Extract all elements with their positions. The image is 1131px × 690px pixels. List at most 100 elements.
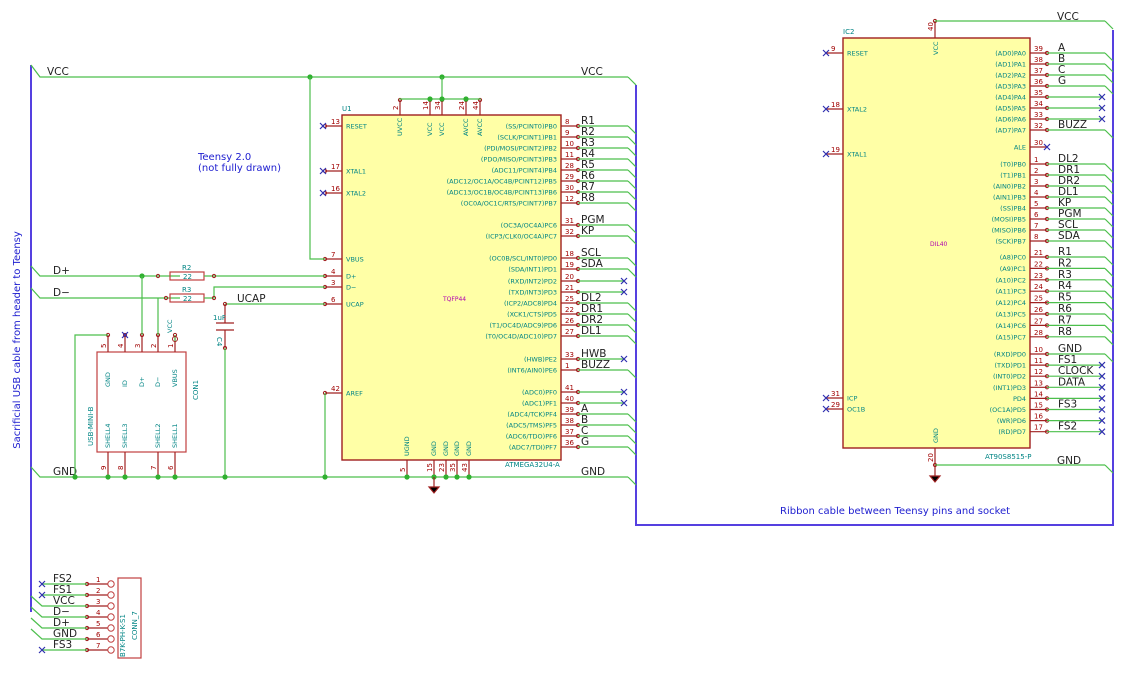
pin-number: 39 (565, 406, 574, 414)
pin-number: 5 (96, 620, 100, 628)
bus-entry (1104, 196, 1114, 206)
pin-number: 30 (565, 184, 574, 192)
pin-number: 25 (1034, 295, 1043, 303)
junction-dot (454, 474, 460, 480)
pin-number: 38 (565, 417, 574, 425)
pin-name: (PDO/MISO/PCINT3)PB3 (481, 156, 557, 164)
junction-dot (427, 96, 433, 102)
net-label: R7 (1058, 314, 1072, 326)
pin-number: 35 (1034, 89, 1043, 97)
bus-entry (627, 202, 637, 212)
pin-name: (T0)PB0 (1000, 161, 1026, 169)
junction-dot (155, 474, 161, 480)
header-pin-socket (107, 635, 115, 643)
net-label: R3 (1058, 269, 1072, 281)
pin-number: 6 (331, 296, 336, 304)
bus-entry (627, 76, 637, 86)
net-label-ucap: UCAP (237, 293, 266, 305)
pin-number: 2 (150, 344, 158, 348)
pin-name: VBUS (171, 369, 179, 387)
pin-name: (A12)PC4 (996, 299, 1026, 307)
net-label: FS3 (53, 639, 72, 651)
pin-name: (OC1A)PD5 (990, 406, 1026, 414)
pin-number: 23 (1034, 272, 1043, 280)
ic2-value: AT90S8515-P (985, 453, 1031, 461)
pin-name: VCC (932, 41, 940, 55)
pin-name: GND (442, 441, 450, 456)
pin-number: 19 (565, 261, 574, 269)
con1-ref: CON1 (192, 380, 200, 400)
pin-name: GND (104, 372, 112, 387)
pin-name: (AD5)PA5 (995, 105, 1026, 113)
pin-name: (AD2)PA2 (995, 72, 1026, 80)
pin-number: 10 (565, 140, 574, 148)
pin-number: 35 (449, 463, 457, 472)
bus-entry (627, 235, 637, 245)
pin-name: (INT0)PD2 (993, 373, 1026, 381)
schematic-canvas: Sacrificial USB cable from header to Tee… (12, 11, 1114, 659)
bus-entry (1104, 207, 1114, 217)
junction-dot (443, 474, 449, 480)
pin-number: 11 (565, 151, 574, 159)
bus-entry (627, 169, 637, 179)
pin-name: (ADC6/TDO)PF6 (506, 433, 557, 441)
pin-number: 17 (1034, 424, 1043, 432)
bus-entry (1104, 185, 1114, 195)
net-label-vcc: VCC (1057, 11, 1079, 23)
bus-entry (627, 158, 637, 168)
pin-name: VCC (426, 122, 434, 136)
pin-name: (AD1)PA1 (995, 61, 1026, 69)
pin-number: 9 (831, 45, 835, 53)
r3-value: 22 (183, 295, 192, 303)
junction-dot (463, 96, 469, 102)
pin-number: 27 (1034, 317, 1043, 325)
pin-number: 33 (565, 351, 574, 359)
pin-number: 40 (927, 22, 935, 31)
bus-entry (1104, 163, 1114, 173)
pin-number: 33 (1034, 111, 1043, 119)
pin-number: 40 (565, 395, 574, 403)
net-label: R5 (1058, 292, 1072, 304)
pin-number: 42 (331, 385, 340, 393)
pin-number: 19 (831, 146, 840, 154)
pin-name: (ADC12/OC1A/OC4B/PCINT12)PB5 (447, 178, 557, 186)
pin-name: (ADC7/TDI)PF7 (509, 444, 557, 452)
net-label: R1 (1058, 246, 1072, 258)
bus-entry (627, 302, 637, 312)
teensy-note-2: (not fully drawn) (198, 163, 281, 174)
pin-name: ALE (1014, 144, 1026, 152)
pin-name: (A13)PC5 (996, 311, 1026, 319)
pin-name: RESET (346, 123, 367, 131)
u1-value: ATMEGA32U4-A (505, 461, 560, 469)
pin-name: (SCK)PB7 (995, 238, 1026, 246)
pin-name: (ADC0)PF0 (522, 389, 557, 397)
header-pin-socket (107, 602, 115, 610)
bus-entry (627, 147, 637, 157)
ic2-ref: IC2 (843, 28, 854, 36)
pin-name: D+ (346, 273, 356, 281)
pin-name: (ADC5/TMS)PF5 (506, 422, 557, 430)
pin-name: SHELL2 (154, 424, 162, 449)
pin-name: (AD3)PA3 (995, 83, 1026, 91)
pin-number: 27 (565, 328, 574, 336)
pin-name: XTAL1 (847, 151, 867, 159)
net-label: DL1 (581, 325, 602, 337)
c4-value: 1uF (213, 314, 226, 322)
net-label-vcc: VCC (47, 66, 69, 78)
net-label-vcc: VCC (581, 66, 603, 78)
pin-name: (T0/OC4D/ADC10)PD7 (485, 333, 557, 341)
pin-number: 24 (458, 101, 466, 110)
pin-name: (ADC4/TCK)PF4 (507, 411, 557, 419)
bus-entry (1104, 464, 1114, 474)
pin-name: (SCLK/PCINT1)PB1 (497, 134, 557, 142)
bus-entry (627, 335, 637, 345)
pin-name: (RXD/INT2)PD2 (508, 278, 557, 286)
pin-number: 32 (1034, 122, 1043, 130)
pin-name: (HWB)PE2 (524, 356, 557, 364)
pin-number: 13 (1034, 379, 1043, 387)
bus-entry (1104, 302, 1114, 312)
net-label: G (1058, 75, 1066, 87)
c4-ref: C4 (215, 337, 223, 347)
pin-number: 20 (565, 273, 574, 281)
pin-name: (RXD)PD0 (994, 351, 1026, 359)
